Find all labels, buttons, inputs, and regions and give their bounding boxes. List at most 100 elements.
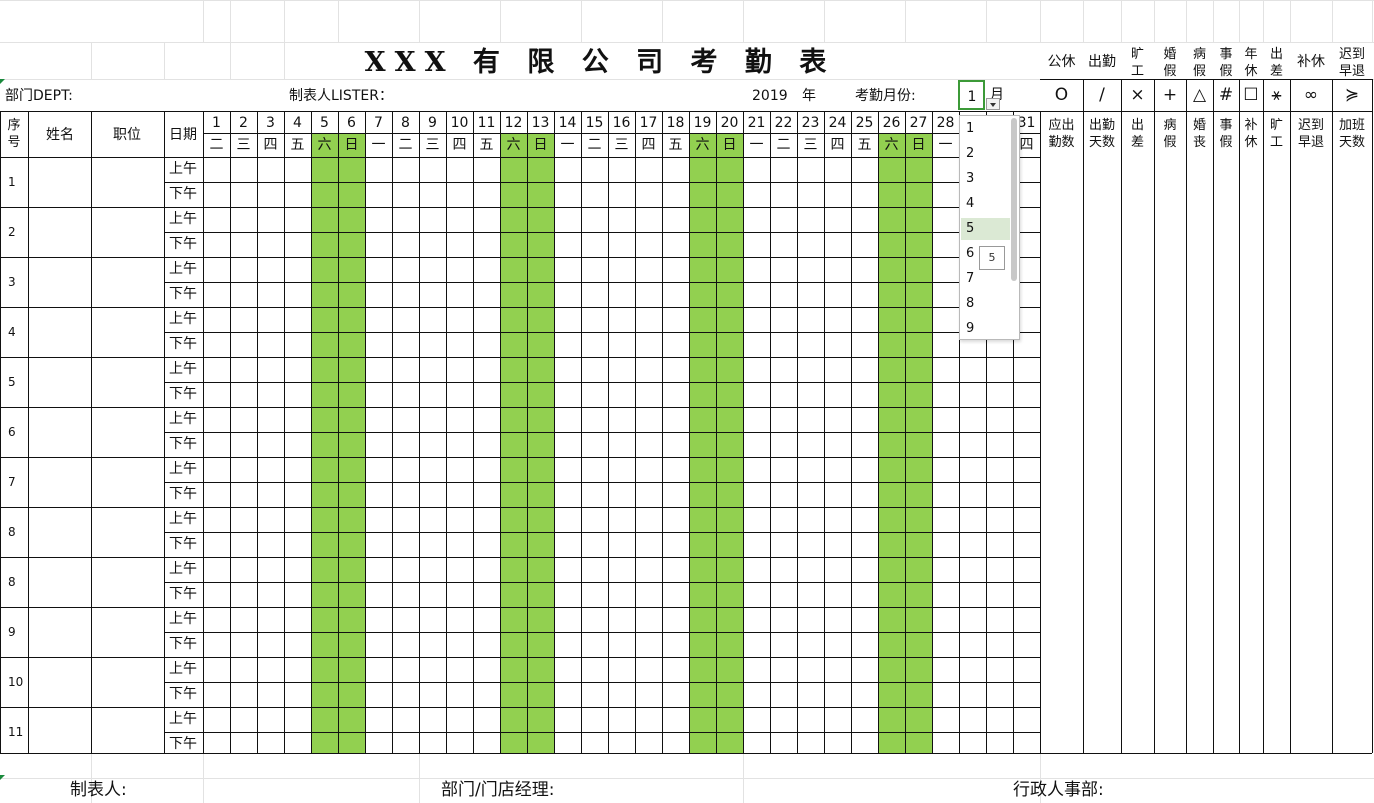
dropdown-option[interactable]: 7 [961,268,1010,290]
selection-tooltip: 5 [979,246,1005,270]
gridline-v [338,0,339,42]
year-unit: 年 [802,88,816,104]
header-day: 19 [693,115,712,131]
summary-header: 补休 [1244,118,1258,150]
dropdown-option[interactable]: 4 [961,193,1010,215]
header-day: 6 [347,115,356,131]
row-number: 2 [8,225,16,239]
gridline-v [284,0,285,42]
summary-header: 病假 [1163,118,1177,150]
border-bottom [0,753,1372,754]
summary-header: 事假 [1219,118,1233,150]
row-number: 11 [8,725,24,739]
header-weekday: 三 [236,137,251,153]
period-pm: 下午 [169,186,197,202]
summary-header: 出勤天数 [1088,118,1115,150]
legend-symbol: × [1130,85,1145,105]
month-label: 考勤月份: [855,88,916,104]
header-day: 4 [293,115,302,131]
period-pm: 下午 [169,386,197,402]
border-row [0,407,1040,408]
legend-symbol: ⚹ [1271,85,1282,105]
dept-label: 部门DEPT: [5,88,73,104]
weekend-column-fill [878,133,905,753]
spreadsheet-canvas[interactable]: XXX 有 限 公 司 考 勤 表 部门DEPT: 制表人LISTER： 201… [0,0,1374,803]
header-day: 18 [666,115,685,131]
border-row [0,557,1040,558]
header-day: 2 [239,115,248,131]
period-pm: 下午 [169,486,197,502]
gridline-v [91,42,92,79]
header-weekday: 日 [533,137,548,153]
period-am: 上午 [169,261,197,277]
header-day: 14 [558,115,577,131]
header-weekday: 五 [857,137,872,153]
gridline-v [203,0,204,42]
period-am: 上午 [169,361,197,377]
dropdown-option[interactable]: 5 [961,218,1010,240]
month-dropdown-button[interactable] [986,98,1000,110]
header-day: 1 [212,115,221,131]
border-halfrow [164,182,1040,183]
dropdown-option[interactable]: 9 [961,318,1010,340]
weekend-column-fill [527,133,554,753]
legend-symbol: + [1162,85,1178,105]
gridline-v [1372,0,1373,42]
period-am: 上午 [169,311,197,327]
summary-header: 加班天数 [1338,118,1365,150]
month-dropdown-list[interactable]: 123456789 [959,115,1020,340]
header-weekday: 六 [884,137,899,153]
dropdown-option[interactable]: 8 [961,293,1010,315]
gridline-v [284,42,285,79]
border-col [1372,79,1373,753]
header-weekday: 二 [209,137,224,153]
dropdown-scrollbar[interactable] [1011,118,1017,281]
header-day: 15 [585,115,604,131]
period-am: 上午 [169,561,197,577]
gridline-v [986,0,987,42]
month-select-cell[interactable]: 1 [958,80,985,110]
border-halfrow [164,632,1040,633]
gridline-v [1186,0,1187,42]
header-weekday: 五 [668,137,683,153]
period-pm: 下午 [169,436,197,452]
legend-label: 迟到早退 [1338,47,1365,79]
header-weekday: 二 [776,137,791,153]
gridline-v [164,42,165,79]
header-day: 24 [828,115,847,131]
header-day: 26 [882,115,901,131]
legend-label: 病假 [1192,47,1206,79]
border-halfrow [164,582,1040,583]
period-am: 上午 [169,211,197,227]
header-day: 13 [531,115,550,131]
dropdown-option[interactable]: 2 [961,143,1010,165]
footer-manager: 部门/门店经理: [441,780,555,800]
header-day: 11 [477,115,496,131]
gridline-v [581,0,582,42]
footer-lister: 制表人: [70,780,127,800]
gridline-v [419,753,420,803]
border-top [0,111,1372,112]
header-weekday: 一 [749,137,764,153]
dropdown-option[interactable]: 3 [961,168,1010,190]
header-day: 9 [428,115,437,131]
gridline-v [500,0,501,42]
dropdown-option[interactable]: 1 [961,118,1010,140]
period-am: 上午 [169,611,197,627]
row-number: 7 [8,475,16,489]
period-pm: 下午 [169,536,197,552]
summary-header: 应出勤数 [1048,118,1075,150]
gridline-v [230,42,231,79]
border-row [0,507,1040,508]
legend-label: 公休 [1047,54,1076,70]
border-body-top [0,157,1040,158]
gridline-v [1154,0,1155,42]
gridline-v [203,753,204,803]
border-halfrow [164,732,1040,733]
gridline-h [0,778,1374,779]
border-halfrow [164,432,1040,433]
legend-symbol: ∞ [1303,85,1319,105]
header-weekday: 六 [506,137,521,153]
legend-label: 出勤 [1088,54,1116,70]
header-day: 25 [855,115,874,131]
